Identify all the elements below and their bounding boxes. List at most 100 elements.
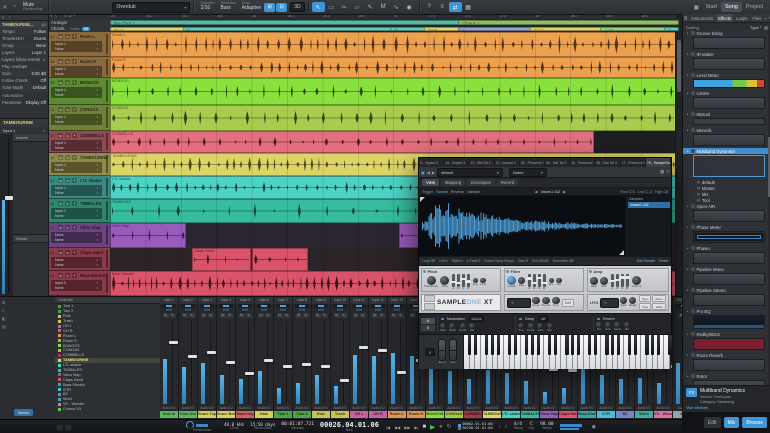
loop-setting-left[interactable]: Left 0	[439, 259, 448, 263]
fader-cap[interactable]	[396, 370, 406, 374]
eraser-tool[interactable]: ▱	[351, 2, 364, 12]
track-header-cowbells[interactable]: 17 M S ● COWBELLS Input 1 ▾ None ▾	[48, 131, 110, 153]
black-key[interactable]	[651, 335, 655, 355]
strip-solo-button[interactable]: S	[378, 313, 385, 318]
inspector-row[interactable]: Tempo Follow	[0, 28, 48, 35]
strip-pan-control[interactable]	[352, 304, 366, 308]
strip-fader[interactable]	[257, 319, 273, 405]
arrange-tool-icon[interactable]: ∿	[55, 14, 58, 18]
grid-icon[interactable]: ▦	[462, 2, 475, 12]
strip-pan-control[interactable]	[295, 304, 309, 308]
track-monitor-select[interactable]: None ▾	[51, 120, 102, 126]
fader-cap[interactable]	[567, 368, 577, 372]
preset-dropdown[interactable]: default ▾	[436, 167, 503, 177]
inspector-row[interactable]: Play overlaps	[0, 63, 48, 70]
mod-wheel[interactable]	[449, 339, 457, 362]
fx-group-dropdown[interactable]: Chorus	[468, 315, 485, 323]
track-record-button[interactable]: ●	[72, 201, 77, 206]
mixer-strip-hats[interactable]: Input 6 0.00 M S Audio I/O Hats	[255, 297, 274, 420]
grid-view-icon[interactable]: ▦	[764, 25, 768, 30]
edit-sample-button[interactable]: Edit Sample	[637, 259, 655, 263]
chord-block[interactable]: Dm7	[110, 26, 187, 31]
monitor-icon[interactable]: ▣	[691, 2, 701, 12]
strip-solo-button[interactable]: S	[245, 313, 252, 318]
mixer-strip-main[interactable]: Output 1+20.00MSAudio I/OMain	[673, 297, 682, 420]
channel-fader-cap[interactable]	[5, 195, 13, 200]
selected-event-row[interactable]: TAMBOURINE... AA	[0, 21, 48, 28]
arrange-tool-icon[interactable]: ⌒	[59, 14, 62, 18]
mode-chip[interactable]: 3D	[290, 2, 305, 12]
transport-nav-button[interactable]: |◀	[386, 425, 390, 430]
mixer-strip-marching[interactable]: Input 5 0.00 M S Audio I/O Marching	[236, 297, 255, 420]
a-slider[interactable]	[526, 274, 533, 287]
output-icon[interactable]: ◉	[592, 424, 596, 430]
track-mute-button[interactable]: M	[58, 133, 63, 138]
lfo-sync-button[interactable]: Sync	[638, 295, 652, 302]
track-record-button[interactable]: ●	[72, 80, 77, 85]
strip-fader[interactable]	[390, 319, 406, 405]
effect-item-level-meter[interactable]: ▸ Level Meter	[683, 72, 770, 78]
mixer-strip-tom-2[interactable]: Input 8 0.00 M S Audio I/O Tom 2	[293, 297, 312, 420]
d-slider[interactable]	[614, 274, 621, 287]
reset-button[interactable]: Reset	[659, 259, 668, 263]
instrument-tab[interactable]: 8 - Impact X	[419, 158, 445, 167]
track-header-room-r[interactable]: 14 M S ● Room R Input 1 ▾ None ▾	[48, 57, 110, 78]
track-record-button[interactable]: ●	[72, 34, 77, 39]
arrow-tool[interactable]: ↖	[311, 2, 325, 12]
close-icon[interactable]: ✕	[0, 2, 10, 12]
punch-knob[interactable]	[542, 296, 550, 305]
strip-fader[interactable]	[295, 319, 311, 405]
track-mute-button[interactable]: M	[58, 107, 63, 112]
fx-enable-led[interactable]	[597, 317, 600, 321]
soft-button[interactable]: Soft	[561, 298, 574, 307]
browser-tab-loops[interactable]: Loops	[734, 14, 749, 22]
strip-mute-button[interactable]: M	[238, 313, 245, 318]
strip-solo-button[interactable]: S	[188, 313, 195, 318]
black-key[interactable]	[565, 335, 569, 355]
loop-setting-loop[interactable]: Loop Off	[422, 259, 435, 263]
trigger-mode-variable[interactable]: Variable	[467, 190, 480, 194]
effect-item-redlightdist[interactable]: ▸ RedlightDist	[683, 331, 770, 337]
audio-clip[interactable]: COWBELLS	[110, 131, 594, 153]
effects-list[interactable]: ▸ Groove Delay ▸ IR Maker ▸ Level Meter ▸ Limit…	[683, 30, 770, 385]
mixer-strip-trash[interactable]: Input 10 0.00 M S Audio I/O Trash	[331, 297, 350, 420]
strip-fader[interactable]	[276, 319, 292, 405]
black-key[interactable]	[593, 335, 598, 355]
strip-pan-control[interactable]	[181, 304, 195, 308]
effect-item-ir-maker[interactable]: ▸ IR Maker	[683, 51, 770, 57]
inspector-menu-icon[interactable]: ≡	[2, 15, 4, 20]
play-button[interactable]: ▶	[430, 423, 435, 431]
fader-cap[interactable]	[282, 364, 292, 368]
track-record-button[interactable]: ●	[72, 273, 77, 278]
strip-fader[interactable]	[181, 319, 197, 405]
d-slider[interactable]	[455, 274, 462, 287]
parameter-row[interactable]: Parameter Display Off	[0, 99, 48, 106]
arranger-section[interactable]: Chorus 1	[458, 20, 679, 25]
strip-mute-button[interactable]: M	[390, 313, 397, 318]
transport-tempo-group[interactable]: 98.00 Tempo	[540, 422, 554, 431]
mixer-strip-snare-top[interactable]: Input 3 0.00 M S Audio I/O Snare Top	[198, 297, 217, 420]
track-mute-button[interactable]: M	[58, 178, 63, 183]
type-dropdown[interactable]: Type ▾ ▦	[750, 25, 768, 30]
s-slider[interactable]	[619, 274, 626, 287]
effect-item-pipeline-stereo[interactable]: ▸ Pipeline Stereo	[683, 287, 770, 293]
track-monitor-select[interactable]: None ▾	[51, 168, 102, 174]
fader-cap[interactable]	[206, 350, 216, 354]
gain-knob[interactable]	[590, 276, 598, 285]
transport-key-group[interactable]: C Key	[529, 422, 535, 431]
transport-nav-button[interactable]: ▶|	[414, 425, 418, 430]
strip-pan-control[interactable]	[219, 304, 233, 308]
inspector-row[interactable]: Timestretch Drums	[0, 35, 48, 42]
track-mute-button[interactable]: M	[58, 225, 63, 230]
strip-pan-control[interactable]	[200, 304, 214, 308]
fx-tab-b[interactable]: B	[421, 324, 435, 331]
strip-solo-button[interactable]: S	[207, 313, 214, 318]
track-monitor-select[interactable]: None ▾	[51, 146, 102, 152]
track-lane[interactable]: COWBELLS	[110, 131, 676, 154]
track-lane[interactable]: Room L	[110, 32, 676, 58]
mixer-strip-room-l[interactable]: Input 13 0.00 M S Audio I/O Room L	[388, 297, 407, 420]
instrument-tab[interactable]: 78 - SampleOne	[645, 158, 672, 167]
view-tab-mapping[interactable]: Mapping	[441, 179, 466, 186]
page-button-song[interactable]: Song	[721, 2, 742, 12]
strip-pan-control[interactable]	[257, 304, 271, 308]
